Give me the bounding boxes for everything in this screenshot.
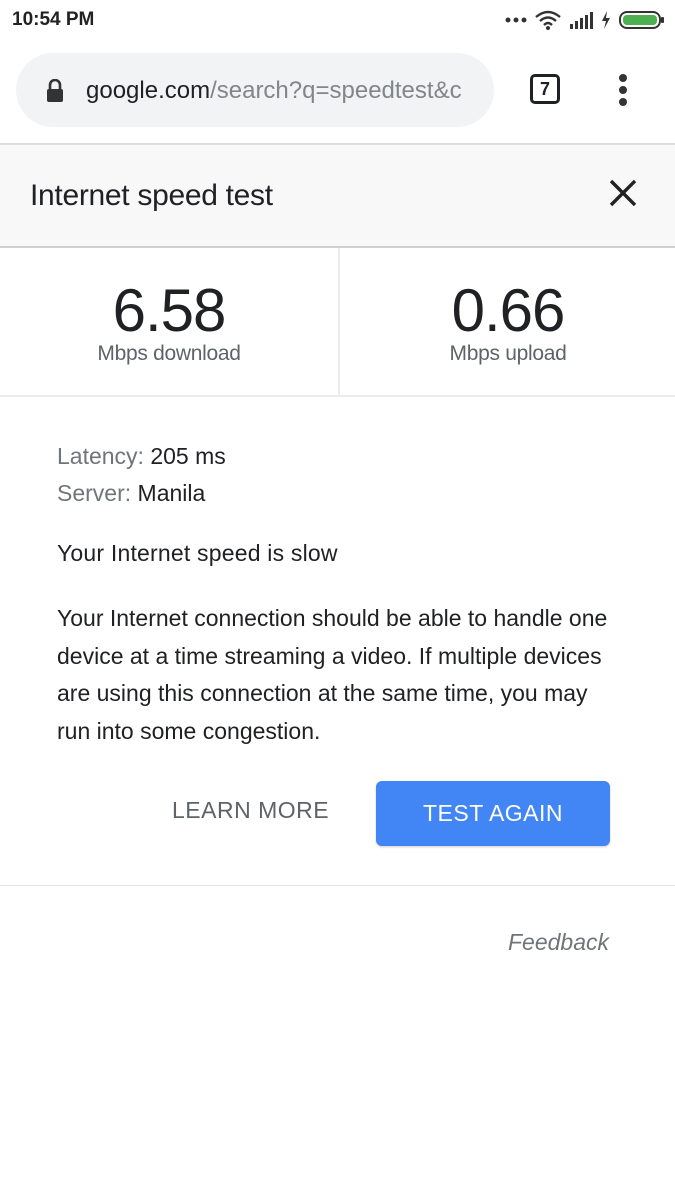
url-host: google.com — [86, 77, 211, 104]
panel-title: Internet speed test — [30, 179, 273, 212]
upload-result: 0.66 Mbps upload — [338, 248, 675, 395]
speed-test-header: Internet speed test — [0, 143, 675, 248]
browser-toolbar: google.com/search?q=speedtest&c 7 — [0, 40, 675, 142]
tab-switcher-button[interactable]: 7 — [530, 74, 560, 104]
upload-value: 0.66 — [451, 277, 566, 344]
more-notifications-icon — [505, 16, 527, 24]
close-icon[interactable] — [608, 178, 638, 213]
latency-label: Latency: — [57, 443, 144, 469]
test-again-button[interactable]: TEST AGAIN — [376, 781, 610, 846]
status-bar: 10:54 PM — [0, 0, 675, 40]
feedback-link[interactable]: Feedback — [508, 929, 609, 956]
signal-icon — [569, 11, 593, 29]
speed-results: 6.58 Mbps download 0.66 Mbps upload — [0, 248, 675, 397]
charging-icon — [601, 11, 611, 29]
wifi-icon — [535, 10, 561, 30]
learn-more-button[interactable]: LEARN MORE — [172, 797, 329, 824]
upload-label: Mbps upload — [449, 342, 567, 365]
status-time: 10:54 PM — [12, 9, 95, 30]
lock-icon — [46, 78, 64, 108]
speed-verdict: Your Internet speed is slow — [57, 540, 338, 566]
more-menu-icon[interactable] — [613, 73, 633, 112]
download-label: Mbps download — [97, 342, 241, 365]
test-details: Latency: 205 ms Server: Manila — [57, 438, 637, 512]
divider — [0, 885, 675, 886]
server-line: Server: Manila — [57, 475, 637, 512]
server-label: Server: — [57, 480, 132, 506]
status-icons — [505, 6, 665, 34]
latency-value: 205 ms — [150, 443, 226, 469]
download-value: 6.58 — [112, 277, 227, 344]
latency-line: Latency: 205 ms — [57, 438, 637, 475]
url-path: /search?q=speedtest&c — [210, 77, 462, 104]
url-text[interactable]: google.com/search?q=speedtest&c — [86, 77, 494, 105]
battery-icon — [619, 10, 665, 30]
server-value: Manila — [137, 480, 206, 506]
address-bar[interactable]: google.com/search?q=speedtest&c — [16, 53, 494, 127]
download-result: 6.58 Mbps download — [0, 248, 338, 395]
speed-explanation: Your Internet connection should be able … — [57, 605, 608, 744]
